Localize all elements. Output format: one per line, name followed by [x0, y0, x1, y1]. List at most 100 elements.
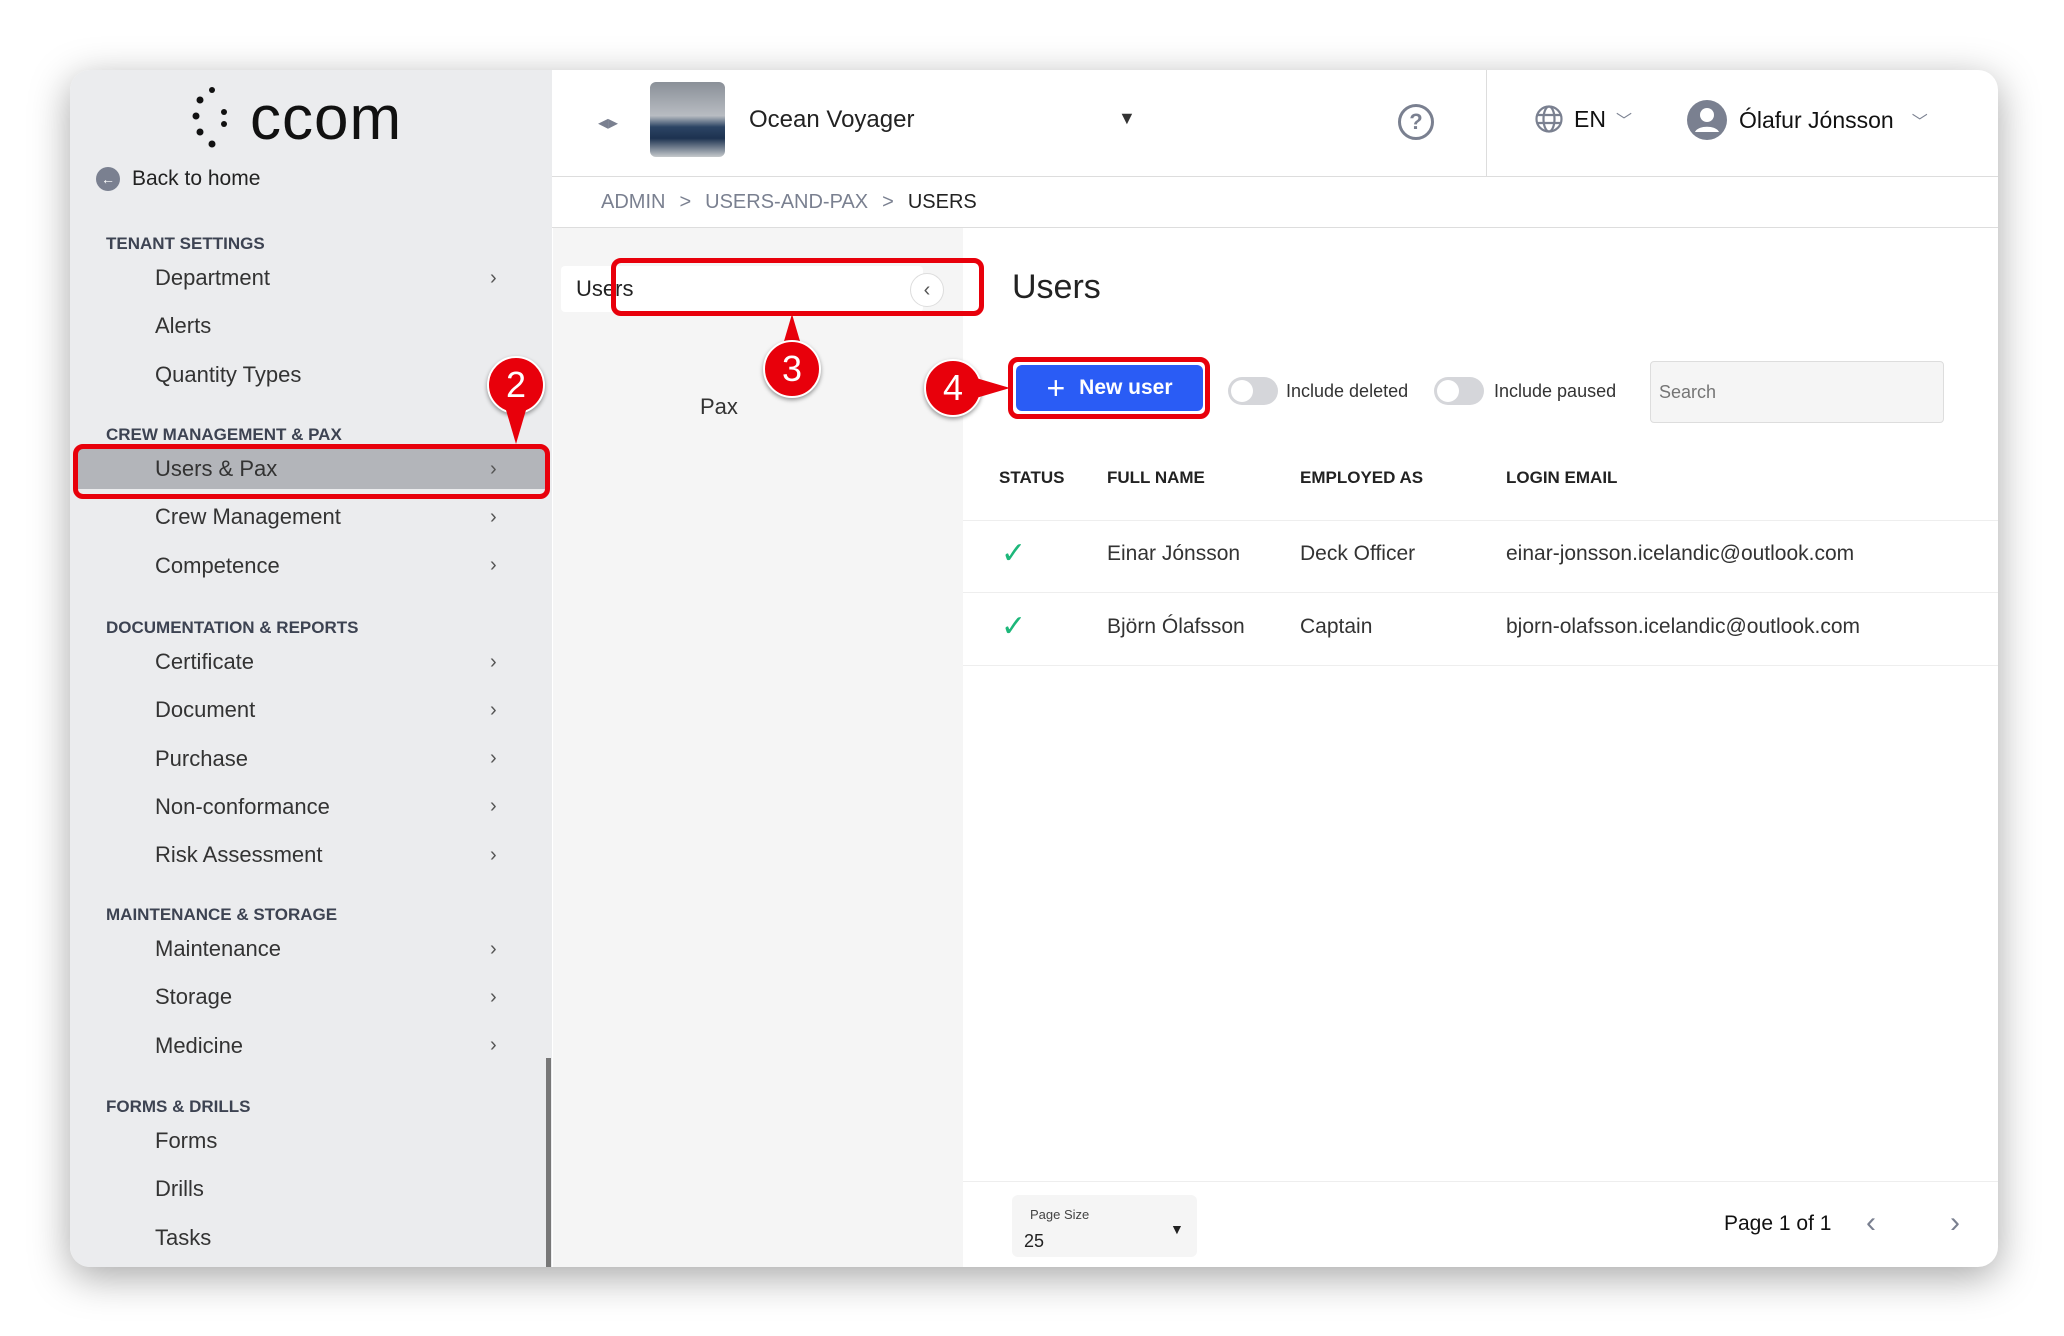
footer-divider [963, 1181, 1998, 1182]
sidebar-item-label: Maintenance [155, 936, 281, 961]
sidebar-section-header: DOCUMENTATION & REPORTS [106, 618, 359, 637]
sidebar-item-maintenance[interactable]: Maintenance › [70, 929, 549, 969]
user-avatar-icon [1687, 100, 1727, 140]
sidebar-item-label: Alerts [155, 313, 212, 339]
annotation-pointer [506, 410, 526, 444]
sidebar-item-tasks[interactable]: Tasks [70, 1218, 549, 1258]
annotation-marker-4: 4 [924, 359, 982, 417]
sidebar-item-document[interactable]: Document › [70, 690, 549, 730]
chevron-down-icon: ﹀ [1615, 113, 1632, 130]
chevron-right-icon: › [490, 985, 497, 1008]
sidebar-item-drills[interactable]: Drills [70, 1169, 549, 1209]
back-to-home-label: Back to home [132, 167, 261, 190]
page-title: Users [1012, 268, 1101, 306]
cell-full-name: Einar Jónsson [1107, 542, 1241, 565]
chevron-right-icon: › [490, 554, 497, 577]
include-deleted-toggle[interactable] [1228, 377, 1278, 405]
help-icon[interactable]: ? [1398, 104, 1434, 140]
include-paused-label: Include paused [1494, 381, 1617, 401]
include-paused-toggle[interactable] [1434, 377, 1484, 405]
breadcrumb-admin[interactable]: ADMIN [601, 191, 665, 214]
vessel-dropdown-icon[interactable]: ▼ [1118, 108, 1136, 129]
column-header-login-email[interactable]: LOGIN EMAIL [1506, 468, 1617, 488]
cell-login-email: einar-jonsson.icelandic@outlook.com [1506, 542, 1855, 565]
search-input[interactable] [1650, 361, 1944, 423]
sidebar: ccom ← Back to home TENANT SETTINGS Depar… [70, 70, 552, 1267]
sidebar-item-quantity-types[interactable]: Quantity Types [70, 355, 549, 395]
language-selector[interactable]: EN ﹀ [1534, 104, 1632, 134]
sub-navigation: Users ‹ Pax [553, 228, 963, 1267]
chevron-down-icon: ﹀ [1911, 114, 1928, 131]
sidebar-item-storage[interactable]: Storage › [70, 977, 549, 1017]
sidebar-item-label: Non-conformance [155, 793, 330, 819]
sidebar-item-department[interactable]: Department › [70, 258, 549, 298]
previous-page-button[interactable]: ‹ [1866, 1206, 1876, 1240]
top-header: ◂▸ Ocean Voyager ▼ ? EN ﹀ Ólafur Jónsson… [552, 70, 1998, 177]
sidebar-item-label: Document [155, 697, 256, 723]
cell-employed-as: Captain [1300, 615, 1373, 638]
language-label: EN [1574, 105, 1606, 132]
chevron-right-icon: › [490, 795, 497, 818]
sidebar-item-label: Certificate [155, 649, 255, 674]
annotation-highlight-new-user [1008, 357, 1210, 419]
sidebar-item-certificate[interactable]: Certificate › [70, 642, 549, 682]
sidebar-item-forms[interactable]: Forms [70, 1121, 549, 1161]
sidebar-section-header: FORMS & DRILLS [106, 1097, 251, 1116]
header-divider [1486, 70, 1487, 177]
sidebar-item-medicine[interactable]: Medicine › [70, 1026, 549, 1066]
logo: ccom [190, 86, 402, 152]
arrow-left-circle-icon: ← [96, 167, 120, 191]
row-divider [963, 665, 1998, 666]
vessel-selector[interactable]: Ocean Voyager [749, 106, 914, 134]
annotation-highlight-users-subnav [611, 258, 984, 316]
sidebar-item-non-conformance[interactable]: Non-conformance › [70, 787, 549, 827]
logo-text: ccom [250, 84, 403, 153]
vessel-image [650, 82, 725, 157]
page-size-value: 25 [1024, 1231, 1045, 1251]
cell-employed-as: Deck Officer [1300, 542, 1416, 565]
breadcrumb-users: USERS [907, 190, 977, 213]
user-menu[interactable]: Ólafur Jónsson ﹀ [1687, 100, 1928, 140]
page-size-label: Page Size [1030, 1207, 1090, 1222]
page-size-select[interactable]: Page Size 25 ▼ [1012, 1195, 1197, 1257]
chevron-right-icon: › [490, 937, 497, 960]
back-to-home-link[interactable]: ← Back to home [96, 167, 260, 191]
cell-full-name: Björn Ólafsson [1107, 615, 1245, 638]
sidebar-item-label: Risk Assessment [155, 842, 323, 868]
row-divider [963, 520, 1998, 521]
sidebar-item-label: Department [155, 265, 270, 290]
sidebar-section-header: TENANT SETTINGS [106, 234, 265, 253]
column-header-full-name[interactable]: FULL NAME [1107, 468, 1205, 488]
status-check-icon: ✓ [1001, 537, 1027, 570]
page-info: Page 1 of 1 [1724, 1212, 1832, 1235]
annotation-marker-2: 2 [487, 356, 545, 414]
sidebar-scrollbar[interactable] [546, 1058, 551, 1267]
sidebar-item-crew-management[interactable]: Crew Management › [70, 497, 549, 537]
sidebar-item-alerts[interactable]: Alerts [70, 306, 549, 346]
subnav-item-pax[interactable]: Pax [700, 394, 738, 420]
sidebar-item-purchase[interactable]: Purchase › [70, 739, 549, 779]
chevron-right-icon: › [490, 843, 497, 866]
sidebar-item-risk-assessment[interactable]: Risk Assessment › [70, 835, 549, 875]
sidebar-item-label: Competence [155, 552, 280, 578]
globe-icon [1535, 105, 1563, 133]
collapse-sidebar-icon[interactable]: ◂▸ [598, 110, 618, 135]
row-divider [963, 592, 1998, 593]
sidebar-item-label: Tasks [155, 1224, 212, 1250]
annotation-highlight-users-pax [73, 444, 550, 499]
sidebar-item-label: Drills [155, 1176, 204, 1202]
breadcrumb-users-and-pax[interactable]: USERS-AND-PAX [705, 191, 868, 214]
chevron-right-icon: › [490, 505, 497, 528]
cell-login-email: bjorn-olafsson.icelandic@outlook.com [1506, 615, 1860, 638]
sidebar-section-header: MAINTENANCE & STORAGE [106, 905, 338, 924]
caret-down-icon: ▼ [1170, 1221, 1184, 1237]
column-header-status[interactable]: STATUS [999, 468, 1064, 488]
sidebar-item-label: Forms [155, 1128, 218, 1153]
column-header-employed-as[interactable]: EMPLOYED AS [1300, 468, 1423, 488]
sidebar-item-label: Storage [155, 984, 233, 1010]
chevron-right-icon: › [490, 1034, 497, 1057]
next-page-button[interactable]: › [1950, 1206, 1960, 1240]
logo-dots-icon [192, 87, 227, 148]
breadcrumb: ADMIN > USERS-AND-PAX > USERS [552, 177, 1998, 228]
sidebar-item-competence[interactable]: Competence › [70, 546, 549, 586]
